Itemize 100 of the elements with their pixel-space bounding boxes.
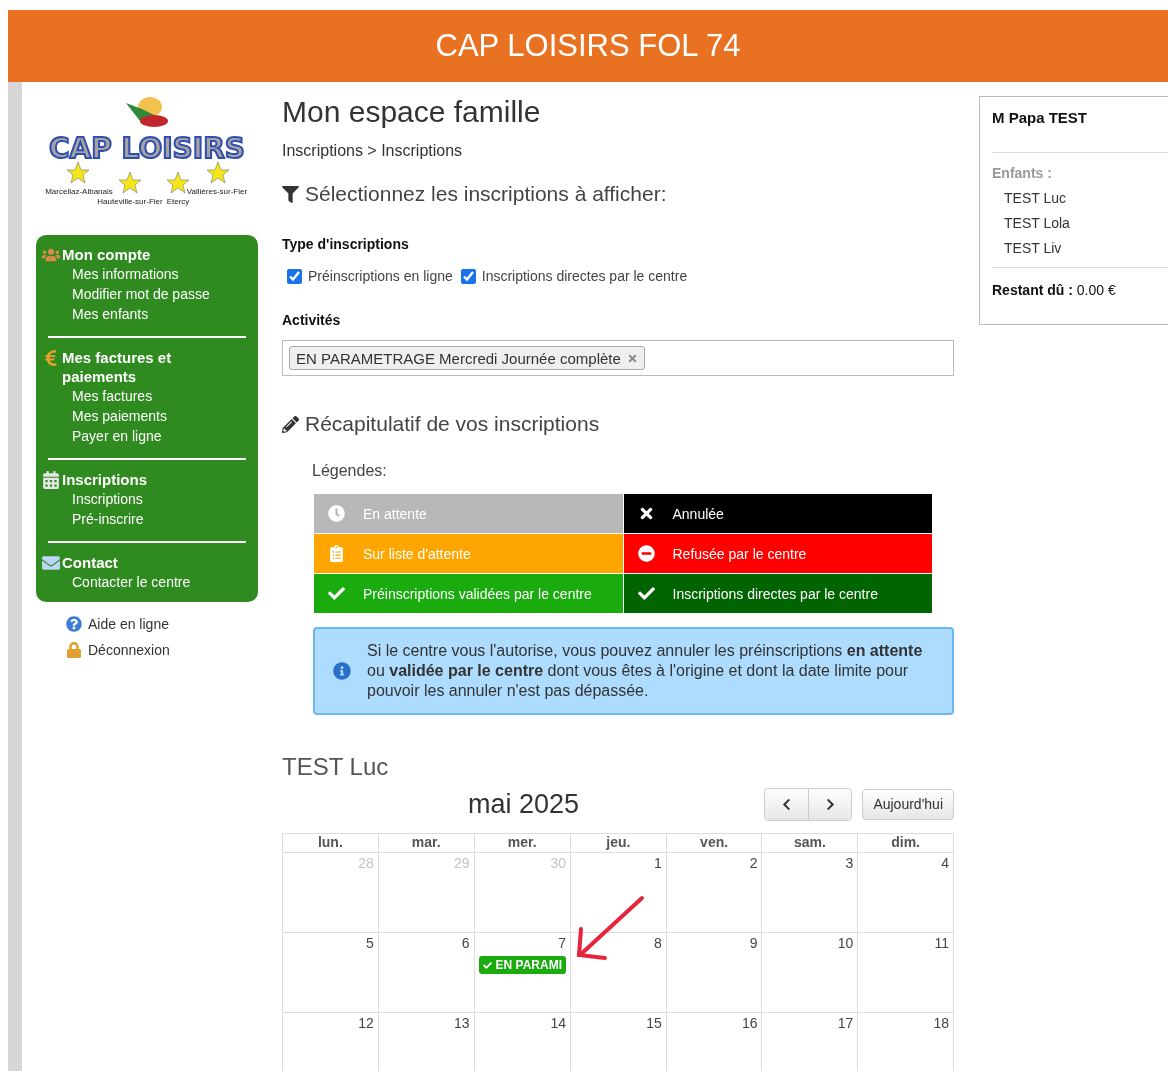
weekday-header: mar.: [378, 834, 475, 853]
day-number: 30: [550, 855, 566, 871]
account-name: M Papa TEST: [992, 109, 1168, 153]
place-name: Marcellaz-Albanais: [45, 187, 113, 196]
star-icon: [66, 161, 90, 184]
menu-link[interactable]: Pré-inscrire: [72, 509, 218, 529]
day-number: 11: [934, 935, 949, 951]
check-icon: [482, 960, 492, 970]
section-heading: Récapitulatif de vos inscriptions: [305, 412, 600, 436]
menu-link[interactable]: Contacter le centre: [72, 572, 218, 592]
menu-section-title: Contact: [62, 553, 118, 572]
menu-section-title: Mon compte: [62, 245, 151, 264]
star-icon: [206, 161, 230, 184]
logo-wordmark: CAP LOISIRS: [49, 132, 245, 165]
children-label: Enfants :: [992, 165, 1053, 181]
day-number: 3: [845, 855, 854, 871]
remove-icon[interactable]: [626, 352, 638, 364]
day-number: 17: [837, 1015, 854, 1031]
weekday-header: mer.: [474, 834, 571, 853]
checkbox[interactable]: [287, 268, 302, 284]
filter-icon: [282, 185, 299, 203]
menu-link[interactable]: Modifier mot de passe: [72, 284, 218, 304]
padlock-icon: [66, 642, 82, 658]
weekday-header: ven.: [666, 834, 763, 853]
place-name: Vallières-sur-Fier: [186, 187, 248, 196]
place-name: Etercy: [166, 197, 190, 206]
clock-icon: [328, 505, 345, 522]
child-entry: TEST Lola: [1004, 215, 1071, 231]
calendar-title: mai 2025: [468, 788, 581, 820]
menu-link[interactable]: Mes informations: [72, 264, 218, 284]
day-number: 7: [558, 935, 566, 951]
next-button[interactable]: [808, 788, 852, 820]
help-icon: [66, 616, 82, 632]
menu-link[interactable]: Mes enfants: [72, 304, 218, 324]
weekday-header: sam.: [762, 834, 859, 853]
day-number: 13: [453, 1015, 470, 1031]
check-icon: [637, 585, 655, 602]
balance-text: Restant dû : 0.00 €: [992, 267, 1168, 298]
calendar-event[interactable]: EN PARAMI: [478, 956, 566, 974]
activities-field[interactable]: EN PARAMETRAGE Mercredi Journée complète: [282, 340, 954, 376]
checkbox[interactable]: [460, 268, 476, 284]
day-number: 6: [461, 935, 470, 951]
people-icon: [42, 246, 60, 264]
breadcrumb: Inscriptions > Inscriptions: [282, 142, 464, 160]
checkbox-label: Inscriptions directes par le centre: [481, 268, 688, 284]
legend-text: Inscriptions directes par le centre: [672, 585, 878, 602]
sidebar-link[interactable]: Aide en ligne: [66, 615, 258, 632]
legend-text: Annulée: [672, 505, 724, 522]
day-number: 15: [646, 1015, 662, 1031]
clipboard-icon: [328, 545, 345, 562]
day-number: 10: [837, 935, 854, 951]
menu-link[interactable]: Mes paiements: [72, 406, 218, 426]
menu-section-title: Mes factures et paiements: [62, 348, 173, 386]
star-icon: [118, 171, 142, 194]
day-number: 4: [941, 855, 949, 871]
section-heading: Sélectionnez les inscriptions à afficher:: [305, 182, 667, 206]
site-title: CAP LOISIRS FOL 74: [435, 28, 741, 64]
calendar-icon: [42, 471, 60, 489]
page-title: Mon espace famille: [282, 94, 542, 130]
day-number: 9: [749, 935, 758, 951]
field-label: Activités: [282, 312, 342, 328]
info-icon: [333, 662, 351, 680]
day-number: 12: [358, 1015, 374, 1031]
weekday-header: dim.: [858, 834, 954, 853]
day-number: 14: [550, 1015, 566, 1031]
legend-label: Légendes:: [312, 462, 388, 480]
today-button[interactable]: Aujourd'hui: [862, 788, 954, 820]
annotation-arrow: [576, 896, 644, 960]
menu-link[interactable]: Mes factures: [72, 386, 218, 406]
day-number: 16: [741, 1015, 758, 1031]
info-text: Si le centre vous l'autorise, vous pouvez annuler les préinscriptions en attente ou validée par le centre dont vous êtes à l'origine et dont la date limite pour pouvoir les annuler n'est pas dépassée.: [367, 641, 924, 701]
child-name: TEST Luc: [282, 753, 390, 781]
legend-text: Refusée par le centre: [672, 545, 807, 562]
field-label: Type d'inscriptions: [282, 236, 410, 252]
mascot-drawing: [126, 97, 168, 127]
child-entry: TEST Liv: [1004, 240, 1063, 256]
day-number: 18: [933, 1015, 949, 1031]
day-number: 28: [358, 855, 374, 871]
previous-button[interactable]: [765, 788, 809, 820]
place-name: Hauteville-sur-Fier: [97, 197, 163, 206]
day-number: 2: [749, 855, 758, 871]
envelope-icon: [42, 554, 60, 572]
day-number: 1: [653, 855, 662, 871]
legend-text: En attente: [363, 505, 427, 522]
checkbox-label: Préinscriptions en ligne: [308, 268, 453, 284]
menu-link[interactable]: Inscriptions: [72, 489, 218, 509]
day-number: 5: [365, 935, 374, 951]
child-entry: TEST Luc: [1004, 190, 1067, 206]
menu-link[interactable]: Payer en ligne: [72, 426, 218, 446]
day-number: 8: [653, 935, 662, 951]
activity-tag: EN PARAMETRAGE Mercredi Journée complète: [289, 346, 645, 370]
menu-section-title: Inscriptions: [62, 470, 147, 489]
sidebar-link[interactable]: Déconnexion: [66, 641, 258, 658]
pencil-icon: [282, 415, 299, 433]
check-icon: [328, 585, 345, 602]
weekday-header: jeu.: [570, 834, 667, 853]
legend-text: Sur liste d'attente: [363, 545, 471, 562]
day-number: 29: [453, 855, 470, 871]
legend-text: Préinscriptions validées par le centre: [363, 585, 592, 602]
weekday-header: lun.: [283, 834, 379, 853]
